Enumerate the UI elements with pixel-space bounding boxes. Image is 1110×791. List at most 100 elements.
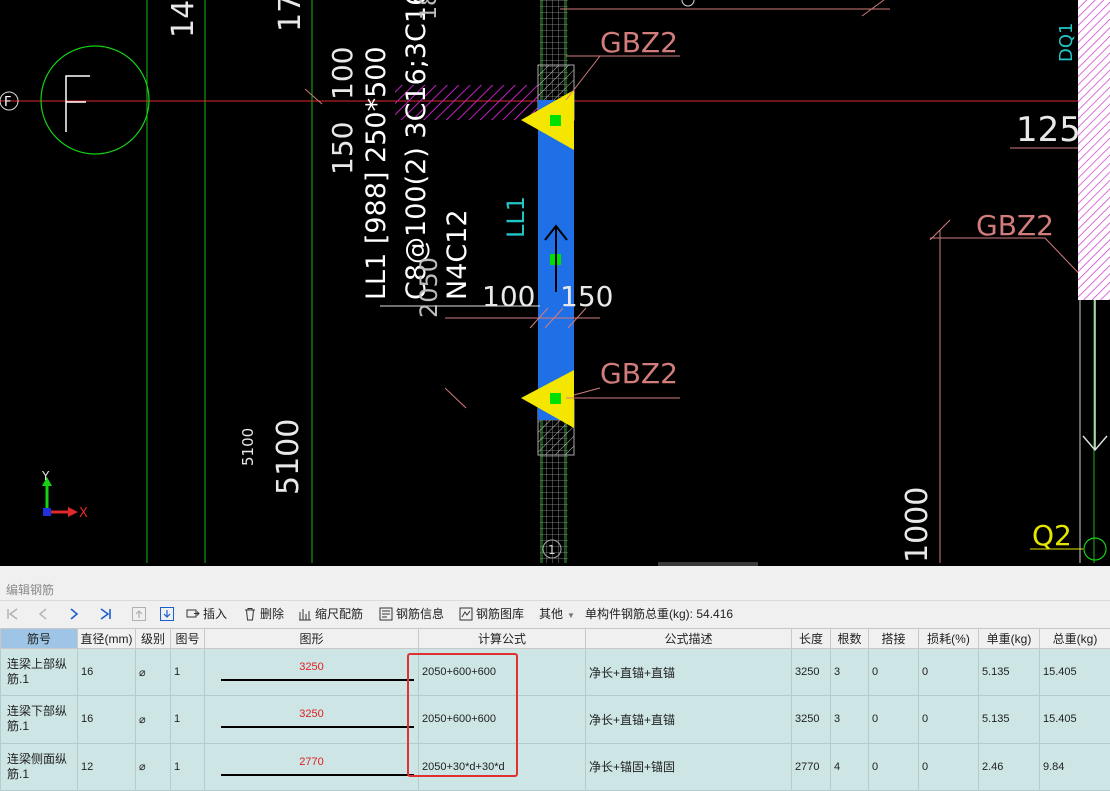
delete-button[interactable]: 删除 [243,605,284,623]
cad-viewport[interactable]: F 140 17 100 150 LL1 [988] 250*500 C8@10… [0,0,1110,563]
cell-lap[interactable]: 0 [868,742,919,791]
col-header[interactable]: 级别 [135,628,171,649]
trash-icon [245,608,255,621]
move-up-icon[interactable] [131,605,147,623]
cell-name[interactable]: 连梁下部纵筋.1 [0,695,78,744]
rebar-table: 筋号 直径(mm) 级别 图号 图形 计算公式 公式描述 长度 根数 搭接 损耗… [0,628,1110,791]
other-label: 其他 [539,607,564,621]
table-row[interactable]: 连梁下部纵筋.1 16 ⌀ 1 3250 2050+600+600 净长+直锚+… [0,695,1110,744]
col-header[interactable]: 图号 [170,628,205,649]
cell-description[interactable]: 净长+直锚+直锚 [585,695,792,744]
rebar-info-button[interactable]: 钢筋信息 [379,605,444,623]
col-header[interactable]: 损耗(%) [918,628,979,649]
cell-loss[interactable]: 0 [918,742,979,791]
cell-description[interactable]: 净长+直锚+直锚 [585,647,792,697]
cell-total-weight[interactable]: 15.405 [1039,647,1110,697]
scale-rebar-button[interactable]: 缩尺配筋 [298,605,363,623]
panel-title: 编辑钢筋 [6,583,55,597]
beam-annotation-line1[interactable]: LL1 [988] 250*500 [361,46,392,300]
cell-name[interactable]: 连梁上部纵筋.1 [0,647,78,697]
ucs-x-label: X [79,506,88,521]
col-header[interactable]: 根数 [830,628,869,649]
cell-fig-no[interactable]: 1 [170,742,205,791]
cad-drawing[interactable]: F 140 17 100 150 LL1 [988] 250*500 C8@10… [0,0,1110,563]
table-row[interactable]: 连梁侧面纵筋.1 12 ⌀ 1 2770 2050+30*d+30*d 净长+锚… [0,742,1110,791]
cell-unit-weight[interactable]: 2.46 [978,742,1040,791]
axis-marker-right [1083,537,1107,561]
dim-100-left: 100 [482,280,535,313]
rebar-library-label: 钢筋图库 [476,607,525,621]
cell-shape[interactable]: 3250 [204,647,419,697]
cell-length[interactable]: 3250 [791,695,831,744]
col-header[interactable]: 总重(kg) [1039,628,1110,649]
next-record-icon[interactable] [66,605,82,623]
cell-unit-weight[interactable]: 5.135 [978,695,1040,744]
cell-diameter[interactable]: 12 [77,742,136,791]
cell-description[interactable]: 净长+锚固+锚固 [585,742,792,791]
col-header[interactable]: 搭接 [868,628,919,649]
delete-label: 删除 [260,607,285,621]
cell-diameter[interactable]: 16 [77,647,136,697]
cell-fig-no[interactable]: 1 [170,695,205,744]
cell-shape[interactable]: 3250 [204,695,419,744]
cell-grade[interactable]: ⌀ [135,695,171,744]
dim-5100-large: 5100 [271,419,306,495]
cell-count[interactable]: 3 [830,647,869,697]
gbz-label-bottom: GBZ2 [600,357,678,390]
col-header[interactable]: 公式描述 [585,628,792,649]
insert-label: 插入 [203,607,228,621]
table-row[interactable]: 连梁上部纵筋.1 16 ⌀ 1 3250 2050+600+600 净长+直锚+… [0,647,1110,697]
cell-length[interactable]: 3250 [791,647,831,697]
cell-count[interactable]: 4 [830,742,869,791]
edit-rebar-panel: 编辑钢筋 插入 删除 缩尺配筋 钢筋信息 钢筋图库 其他 ▼ 单构件钢筋总重(kg… [0,566,1110,791]
cell-name[interactable]: 连梁侧面纵筋.1 [0,742,78,791]
cell-grade[interactable]: ⌀ [135,647,171,697]
right-wall-hatch [1078,0,1110,300]
grip-top[interactable] [550,115,561,126]
col-header[interactable]: 直径(mm) [77,628,136,649]
col-header[interactable]: 单重(kg) [978,628,1040,649]
cell-grade[interactable]: ⌀ [135,742,171,791]
cell-total-weight[interactable]: 15.405 [1039,695,1110,744]
last-record-icon[interactable] [98,605,114,623]
cell-formula[interactable]: 2050+30*d+30*d [418,742,586,791]
dim-17: 17 [273,0,308,32]
first-record-icon[interactable] [4,605,20,623]
dim-100-vert: 100 [326,47,359,100]
cell-formula[interactable]: 2050+600+600 [418,647,586,697]
beam-annotation-line2[interactable]: C8@100(2) 3C16;3C16 [401,0,432,300]
shape-value: 2770 [299,755,324,768]
cell-lap[interactable]: 0 [868,647,919,697]
grip-bottom[interactable] [550,393,561,404]
other-menu-button[interactable]: 其他 ▼ [539,605,575,623]
cell-length[interactable]: 2770 [791,742,831,791]
col-header[interactable]: 图形 [204,628,419,649]
beam-label-ll1: LL1 [502,196,530,238]
col-header[interactable]: 计算公式 [418,628,586,649]
move-down-icon[interactable] [159,605,175,623]
cell-fig-no[interactable]: 1 [170,647,205,697]
col-header[interactable]: 长度 [791,628,831,649]
right-down-arrow [1082,300,1108,452]
axis-marker-top [681,0,695,7]
cell-loss[interactable]: 0 [918,647,979,697]
rebar-library-button[interactable]: 钢筋图库 [459,605,524,623]
cell-lap[interactable]: 0 [868,695,919,744]
cell-shape[interactable]: 2770 [204,742,419,791]
dim-1000: 1000 [900,487,935,563]
cell-total-weight[interactable]: 9.84 [1039,742,1110,791]
cell-count[interactable]: 3 [830,695,869,744]
cell-loss[interactable]: 0 [918,695,979,744]
insert-button[interactable]: 插入 [186,605,227,623]
cell-unit-weight[interactable]: 5.135 [978,647,1040,697]
axis-label-f: F [4,95,11,110]
cell-formula[interactable]: 2050+600+600 [418,695,586,744]
dim-150-right: 150 [560,280,613,313]
prev-record-icon[interactable] [35,605,51,623]
beam-annotation-line3[interactable]: N4C12 [442,209,473,300]
chevron-down-icon: ▼ [567,611,575,620]
col-header[interactable]: 筋号 [0,628,78,649]
cell-diameter[interactable]: 16 [77,695,136,744]
dim-125: 125 [1016,110,1081,150]
shape-line [221,773,414,776]
